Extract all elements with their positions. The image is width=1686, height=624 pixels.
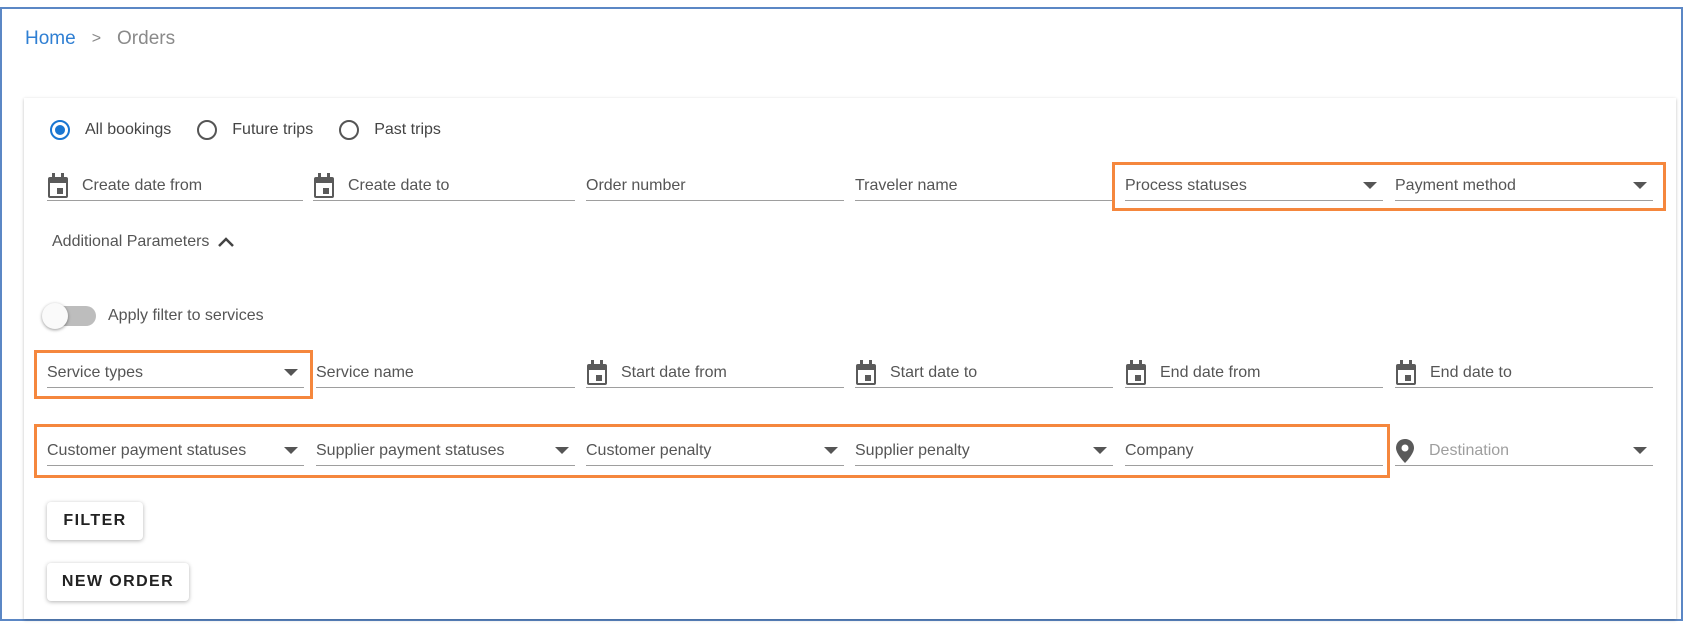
calendar-icon — [587, 359, 607, 385]
calendar-icon — [856, 359, 876, 385]
location-pin-icon — [1396, 438, 1414, 463]
radio-future-trips[interactable]: Future trips — [197, 120, 313, 140]
field-label: Create date to — [348, 176, 450, 194]
field-label: Create date from — [82, 176, 203, 194]
customer-penalty-select[interactable]: Customer penalty — [586, 436, 844, 466]
radio-label: Future trips — [232, 121, 314, 138]
field-label: End date to — [1430, 363, 1512, 381]
new-order-button[interactable]: NEW ORDER — [47, 563, 189, 601]
dropdown-arrow-icon — [1093, 447, 1107, 454]
breadcrumb: Home > Orders — [25, 28, 175, 50]
radio-unchecked-icon — [339, 120, 360, 140]
radio-checked-icon — [50, 120, 70, 140]
field-label: Order number — [586, 176, 686, 194]
service-name-input[interactable]: Service name — [316, 358, 575, 388]
dropdown-arrow-icon — [284, 369, 298, 376]
supplier-payment-statuses-select[interactable]: Supplier payment statuses — [316, 436, 575, 466]
field-label: Customer payment statuses — [47, 441, 247, 459]
field-label: Payment method — [1395, 176, 1516, 194]
toggle-switch[interactable] — [42, 303, 96, 329]
field-label: Start date to — [890, 363, 978, 381]
calendar-icon — [48, 172, 68, 198]
customer-payment-statuses-select[interactable]: Customer payment statuses — [47, 436, 304, 466]
end-date-from-field[interactable]: End date from — [1125, 358, 1383, 388]
additional-parameters-toggle[interactable]: Additional Parameters — [52, 233, 235, 251]
radio-past-trips[interactable]: Past trips — [339, 120, 441, 140]
create-date-from-field[interactable]: Create date from — [47, 171, 303, 201]
service-types-select[interactable]: Service types — [47, 358, 304, 388]
chevron-up-icon — [218, 237, 235, 247]
field-label: Company — [1125, 441, 1194, 459]
filter-button[interactable]: FILTER — [47, 502, 143, 540]
apply-filter-toggle[interactable]: Apply filter to services — [42, 303, 264, 329]
payment-method-select[interactable]: Payment method — [1395, 171, 1653, 201]
dropdown-arrow-icon — [824, 447, 838, 454]
breadcrumb-separator: > — [91, 30, 102, 47]
dropdown-arrow-icon — [1363, 182, 1377, 189]
start-date-from-field[interactable]: Start date from — [586, 358, 844, 388]
end-date-to-field[interactable]: End date to — [1395, 358, 1653, 388]
radio-unchecked-icon — [197, 120, 218, 140]
field-label: Customer penalty — [586, 441, 712, 459]
field-label: Service types — [47, 363, 144, 381]
company-input[interactable]: Company — [1125, 436, 1383, 466]
supplier-penalty-select[interactable]: Supplier penalty — [855, 436, 1113, 466]
trip-filter-radio-group: All bookings Future trips Past trips — [50, 120, 467, 140]
breadcrumb-home-link[interactable]: Home — [25, 28, 76, 50]
dropdown-arrow-icon — [284, 447, 298, 454]
calendar-icon — [1396, 359, 1416, 385]
field-label: End date from — [1160, 363, 1261, 381]
field-label: Supplier payment statuses — [316, 441, 505, 459]
traveler-name-input[interactable]: Traveler name — [855, 171, 1113, 201]
radio-all-bookings[interactable]: All bookings — [50, 120, 171, 140]
dropdown-arrow-icon — [555, 447, 569, 454]
field-label: Destination — [1429, 441, 1510, 459]
dropdown-arrow-icon — [1633, 447, 1647, 454]
toggle-knob — [42, 303, 68, 329]
calendar-icon — [1126, 359, 1146, 385]
destination-select[interactable]: Destination — [1395, 436, 1653, 466]
additional-parameters-label: Additional Parameters — [52, 233, 210, 250]
radio-label: Past trips — [374, 121, 441, 138]
start-date-to-field[interactable]: Start date to — [855, 358, 1113, 388]
order-number-input[interactable]: Order number — [586, 171, 844, 201]
field-label: Supplier penalty — [855, 441, 970, 459]
process-statuses-select[interactable]: Process statuses — [1125, 171, 1383, 201]
toggle-label: Apply filter to services — [108, 307, 264, 324]
create-date-to-field[interactable]: Create date to — [313, 171, 575, 201]
field-label: Traveler name — [855, 176, 958, 194]
field-label: Process statuses — [1125, 176, 1247, 194]
field-label: Start date from — [621, 363, 727, 381]
field-label: Service name — [316, 363, 414, 381]
dropdown-arrow-icon — [1633, 182, 1647, 189]
calendar-icon — [314, 172, 334, 198]
radio-label: All bookings — [85, 121, 172, 138]
breadcrumb-current: Orders — [117, 28, 176, 49]
